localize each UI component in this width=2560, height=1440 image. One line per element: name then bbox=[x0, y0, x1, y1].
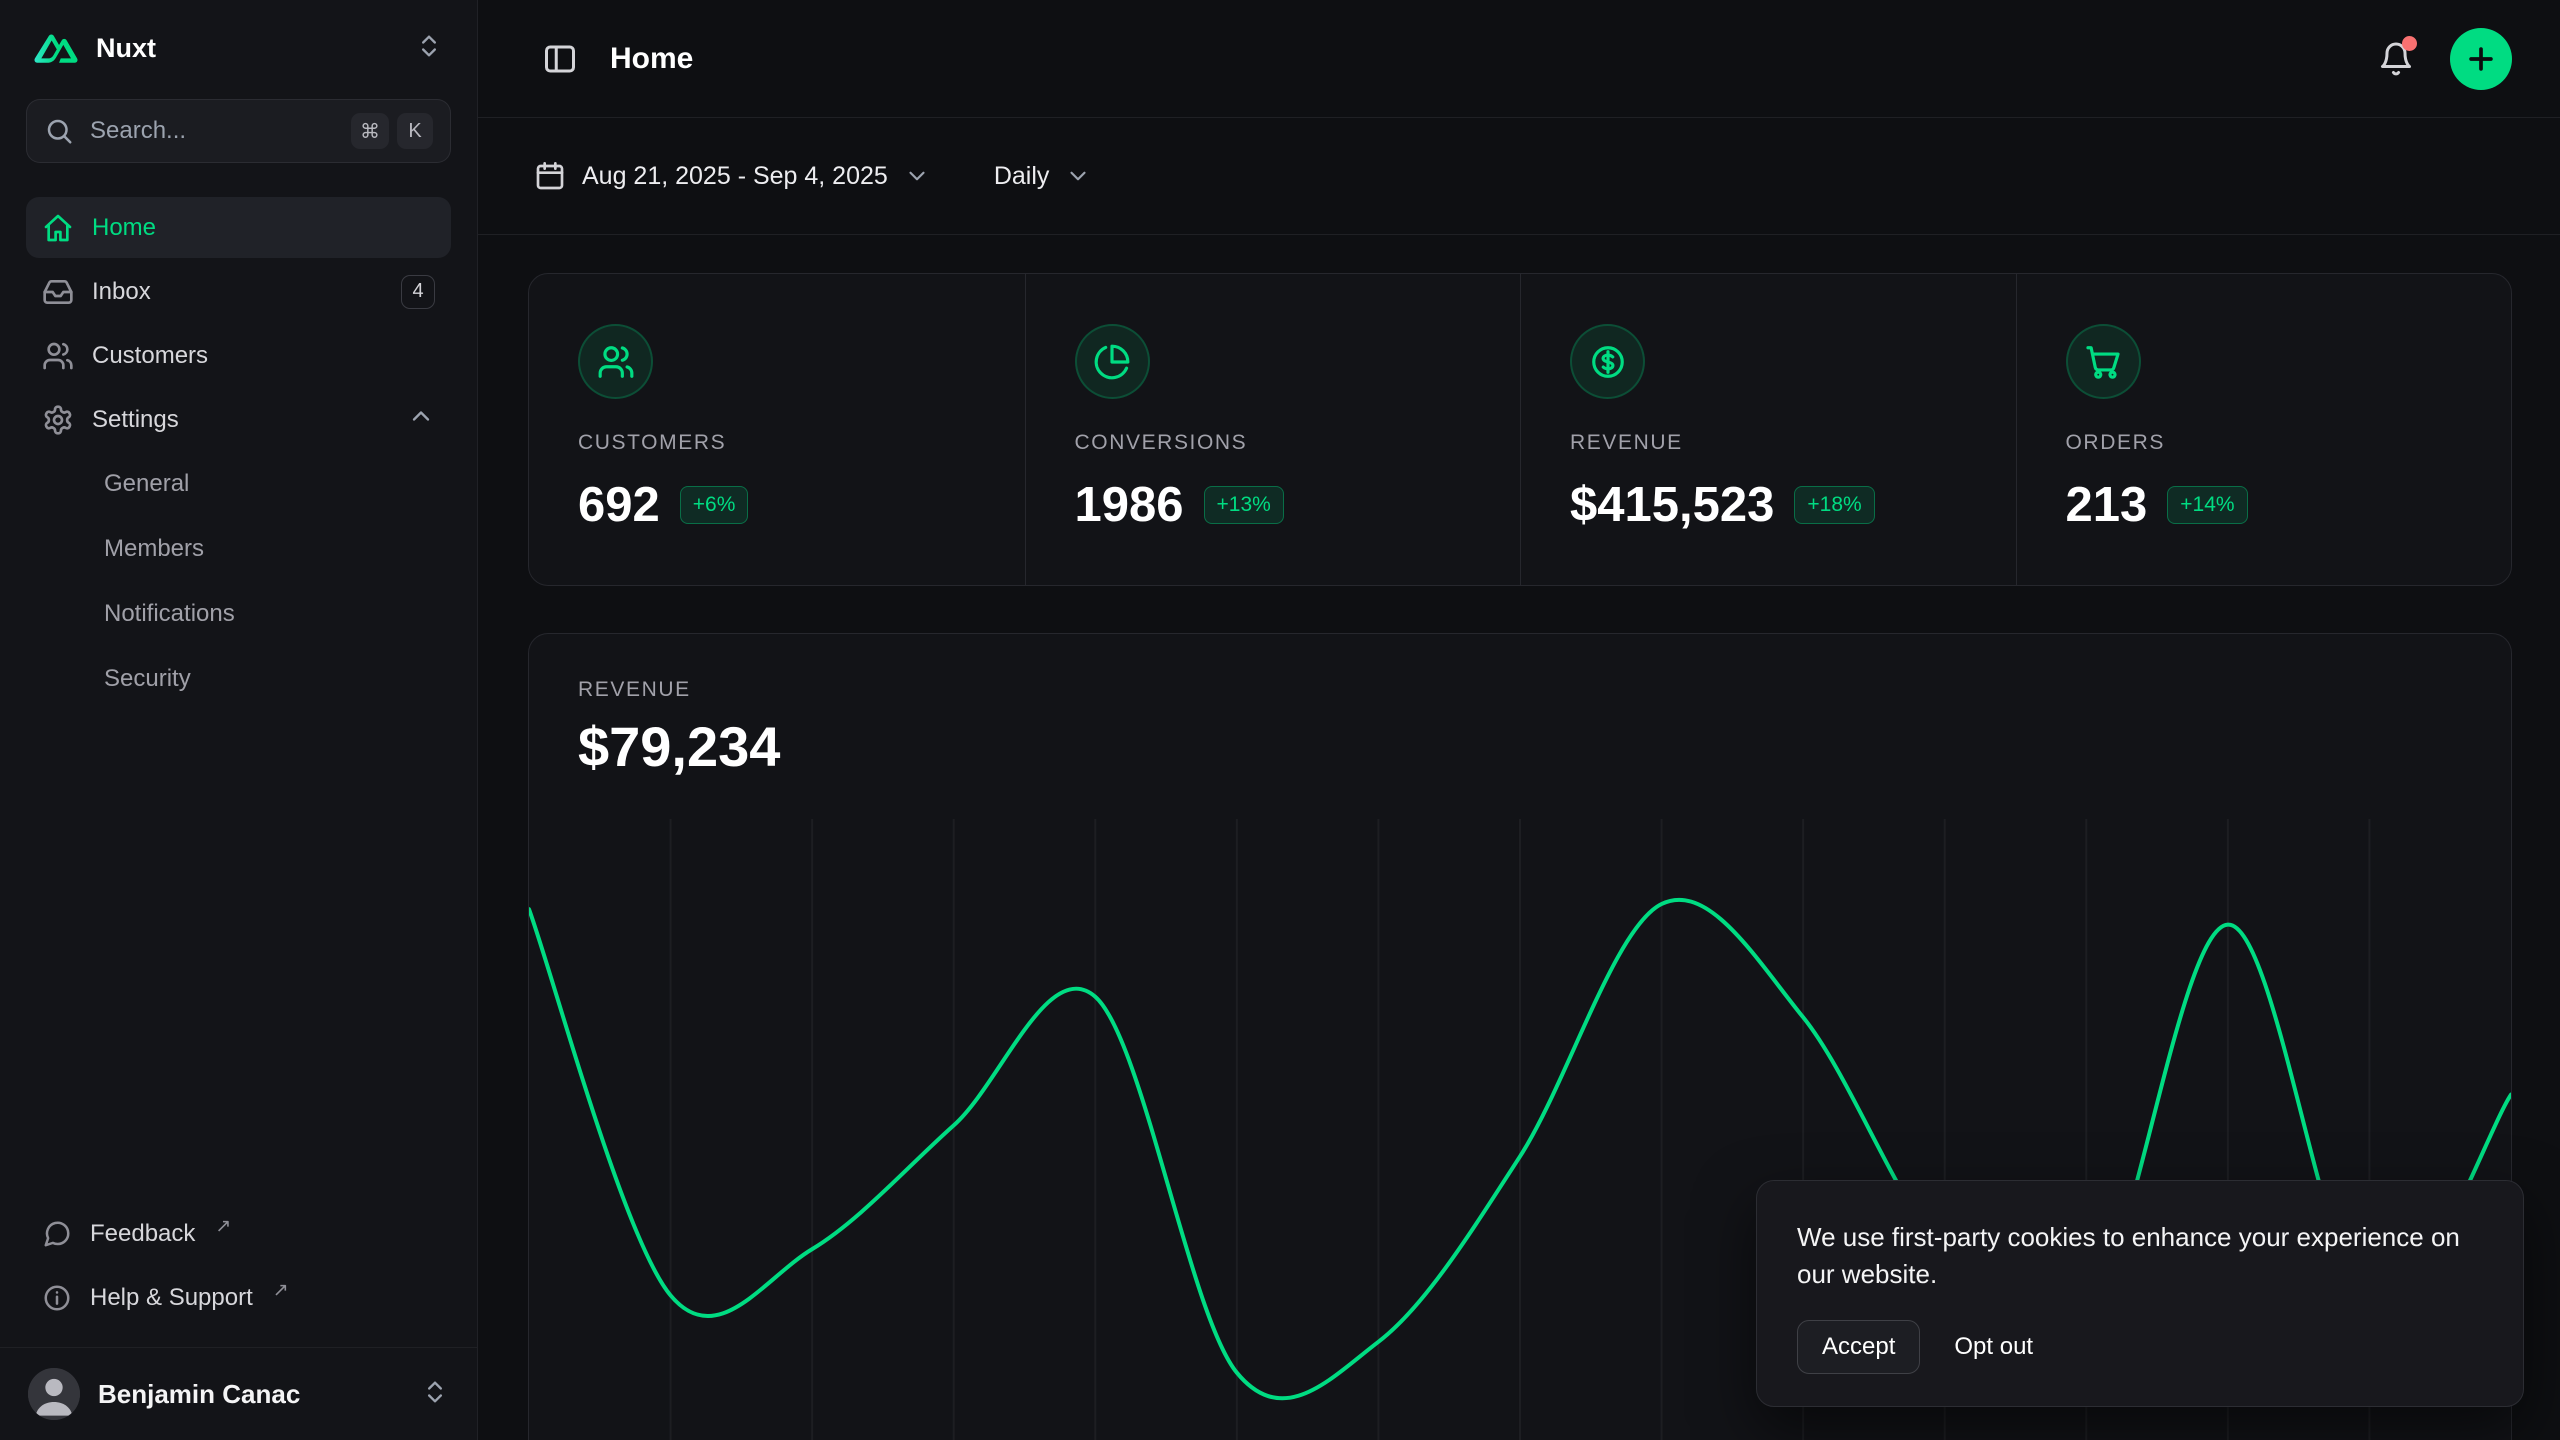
sidebar-subitem-label: General bbox=[104, 470, 189, 498]
dollar-circle-icon bbox=[1570, 324, 1645, 399]
cookie-optout-button[interactable]: Opt out bbox=[1950, 1321, 2037, 1373]
top-header: Home bbox=[478, 0, 2560, 118]
stat-value: $415,523 bbox=[1570, 477, 1774, 533]
panel-left-icon bbox=[542, 41, 578, 77]
sidebar-subitem-notifications[interactable]: Notifications bbox=[26, 583, 451, 645]
stat-label: REVENUE bbox=[1570, 431, 1967, 455]
interval-select[interactable]: Daily bbox=[994, 162, 1092, 191]
chevron-up-down-icon bbox=[421, 1378, 449, 1411]
info-circle-icon bbox=[42, 1283, 72, 1313]
calendar-icon bbox=[534, 160, 566, 192]
revenue-chart-label: REVENUE bbox=[578, 678, 2462, 702]
search-input[interactable] bbox=[90, 117, 335, 145]
cookie-message: We use first-party cookies to enhance yo… bbox=[1797, 1219, 2483, 1294]
home-icon bbox=[42, 212, 74, 244]
cookie-actions: Accept Opt out bbox=[1797, 1320, 2483, 1374]
chevron-down-icon bbox=[904, 163, 930, 189]
gear-icon bbox=[42, 404, 74, 436]
sidebar-subitem-security[interactable]: Security bbox=[26, 648, 451, 710]
external-link-icon: ↗ bbox=[215, 1215, 231, 1238]
date-range-label: Aug 21, 2025 - Sep 4, 2025 bbox=[582, 162, 888, 191]
sidebar-item-label: Settings bbox=[92, 406, 179, 434]
stat-value: 213 bbox=[2066, 477, 2148, 533]
users-icon bbox=[42, 340, 74, 372]
sidebar-item-inbox[interactable]: Inbox 4 bbox=[26, 261, 451, 322]
stat-card-orders[interactable]: ORDERS 213 +14% bbox=[2016, 274, 2512, 585]
chevron-up-down-icon bbox=[415, 32, 443, 65]
inbox-icon bbox=[42, 276, 74, 308]
user-menu[interactable]: Benjamin Canac bbox=[16, 1360, 461, 1428]
sidebar-subitem-label: Notifications bbox=[104, 600, 235, 628]
search-icon bbox=[44, 116, 74, 146]
workspace-name: Nuxt bbox=[96, 33, 156, 64]
filters-toolbar: Aug 21, 2025 - Sep 4, 2025 Daily bbox=[478, 118, 2560, 235]
cookie-accept-button[interactable]: Accept bbox=[1797, 1320, 1920, 1374]
sidebar-item-label: Customers bbox=[92, 342, 208, 370]
sidebar-subitem-label: Security bbox=[104, 665, 191, 693]
sidebar-subitem-general[interactable]: General bbox=[26, 453, 451, 515]
users-circle-icon bbox=[578, 324, 653, 399]
sidebar-subitem-members[interactable]: Members bbox=[26, 518, 451, 580]
chevron-down-icon bbox=[1065, 163, 1091, 189]
stat-delta-badge: +13% bbox=[1204, 486, 1284, 524]
help-support-link[interactable]: Help & Support ↗ bbox=[26, 1267, 451, 1329]
sidebar: Nuxt ⌘ K Home Inbox 4 bbox=[0, 0, 478, 1440]
nuxt-logo-icon bbox=[34, 34, 78, 64]
external-link-icon: ↗ bbox=[273, 1279, 289, 1302]
sidebar-nav: Home Inbox 4 Customers Settings General bbox=[0, 197, 477, 710]
sidebar-spacer bbox=[0, 710, 477, 1203]
sidebar-subitem-label: Members bbox=[104, 535, 204, 563]
kbd-k: K bbox=[397, 113, 433, 149]
stat-label: CONVERSIONS bbox=[1075, 431, 1472, 455]
sidebar-toggle-button[interactable] bbox=[528, 27, 592, 91]
shopping-cart-circle-icon bbox=[2066, 324, 2141, 399]
stat-delta-badge: +14% bbox=[2167, 486, 2247, 524]
stat-label: CUSTOMERS bbox=[578, 431, 976, 455]
stat-label: ORDERS bbox=[2066, 431, 2463, 455]
revenue-chart-total: $79,234 bbox=[578, 714, 2462, 779]
page-title: Home bbox=[610, 42, 693, 76]
workspace-switcher[interactable]: Nuxt bbox=[20, 22, 457, 75]
search-shortcut: ⌘ K bbox=[351, 113, 433, 149]
inbox-count-badge: 4 bbox=[401, 275, 435, 309]
stat-delta-badge: +18% bbox=[1794, 486, 1874, 524]
feedback-link[interactable]: Feedback ↗ bbox=[26, 1203, 451, 1265]
pie-chart-circle-icon bbox=[1075, 324, 1150, 399]
help-support-label: Help & Support bbox=[90, 1284, 253, 1312]
add-button[interactable] bbox=[2450, 28, 2512, 90]
sidebar-item-label: Inbox bbox=[92, 278, 151, 306]
cookie-banner: We use first-party cookies to enhance yo… bbox=[1756, 1180, 2524, 1407]
message-bubble-icon bbox=[42, 1219, 72, 1249]
sidebar-item-customers[interactable]: Customers bbox=[26, 325, 451, 386]
search-input-box[interactable]: ⌘ K bbox=[26, 99, 451, 163]
stat-value: 1986 bbox=[1075, 477, 1184, 533]
plus-icon bbox=[2464, 42, 2498, 76]
kbd-cmd: ⌘ bbox=[351, 113, 389, 149]
chevron-up-icon bbox=[407, 402, 435, 437]
feedback-label: Feedback bbox=[90, 1220, 195, 1248]
avatar bbox=[28, 1368, 80, 1420]
interval-label: Daily bbox=[994, 162, 1050, 191]
notification-dot bbox=[2402, 36, 2417, 51]
sidebar-item-settings[interactable]: Settings bbox=[26, 389, 451, 450]
stat-card-conversions[interactable]: CONVERSIONS 1986 +13% bbox=[1025, 274, 1521, 585]
stat-delta-badge: +6% bbox=[680, 486, 749, 524]
user-name: Benjamin Canac bbox=[98, 1379, 300, 1410]
date-range-picker[interactable]: Aug 21, 2025 - Sep 4, 2025 bbox=[534, 160, 930, 192]
notifications-button[interactable] bbox=[2364, 27, 2428, 91]
stat-card-customers[interactable]: CUSTOMERS 692 +6% bbox=[529, 274, 1025, 585]
sidebar-user-section: Benjamin Canac bbox=[0, 1347, 477, 1440]
sidebar-item-label: Home bbox=[92, 214, 156, 242]
sidebar-footer: Feedback ↗ Help & Support ↗ bbox=[0, 1203, 477, 1347]
header-actions bbox=[2364, 27, 2512, 91]
stat-card-revenue[interactable]: REVENUE $415,523 +18% bbox=[1520, 274, 2016, 585]
stat-value: 692 bbox=[578, 477, 660, 533]
revenue-chart-header: REVENUE $79,234 bbox=[529, 634, 2511, 779]
sidebar-item-home[interactable]: Home bbox=[26, 197, 451, 258]
stats-row: CUSTOMERS 692 +6% CONVERSIONS 1986 +13% bbox=[528, 273, 2512, 586]
